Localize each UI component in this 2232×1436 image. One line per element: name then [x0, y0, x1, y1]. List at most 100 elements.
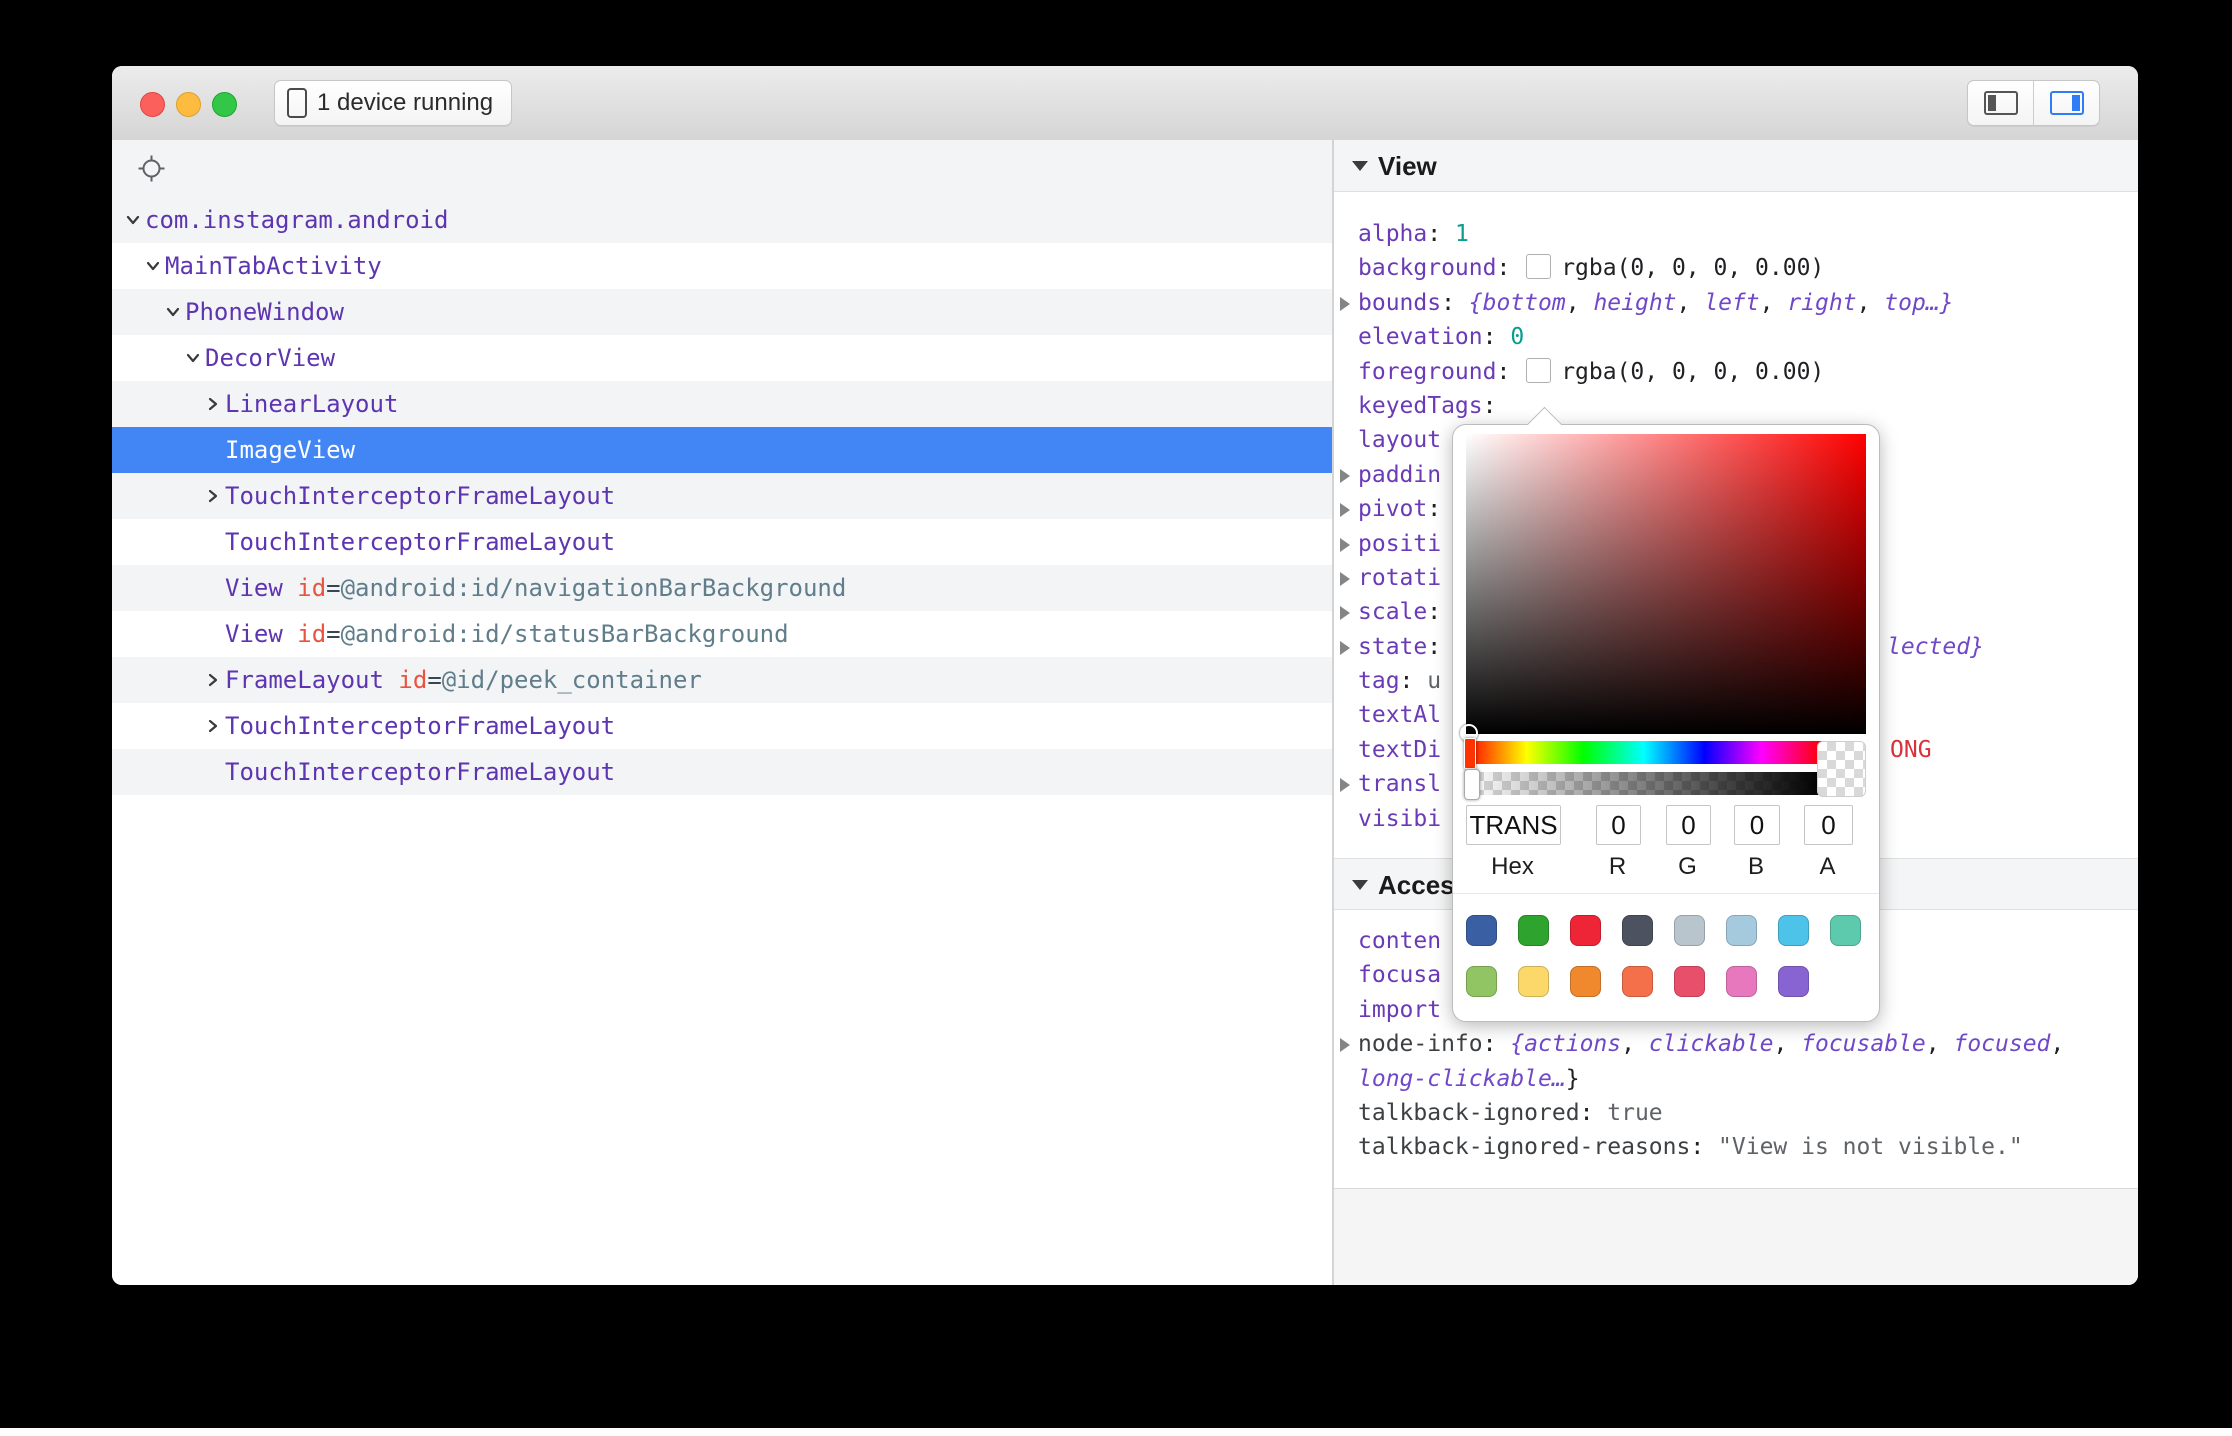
- state-value-fragment: lected}: [1887, 630, 1984, 664]
- color-swatch[interactable]: [1570, 915, 1601, 946]
- tree-row[interactable]: ImageView: [112, 427, 1332, 473]
- color-chip[interactable]: [1526, 358, 1551, 383]
- color-swatch[interactable]: [1726, 966, 1757, 997]
- inspector-footer: [1334, 1188, 2138, 1285]
- property-row: background: rgba(0, 0, 0, 0.00): [1334, 251, 2138, 285]
- tree-row[interactable]: TouchInterceptorFrameLayout: [112, 473, 1332, 519]
- chevron-right-icon[interactable]: [205, 488, 221, 504]
- property-row: talkback-ignored: true: [1334, 1096, 2138, 1130]
- titlebar[interactable]: 1 device running: [112, 66, 2138, 141]
- chevron-right-icon[interactable]: [205, 672, 221, 688]
- expand-triangle-icon[interactable]: [1340, 1038, 1350, 1052]
- expand-triangle-icon[interactable]: [1340, 297, 1350, 311]
- phone-icon: [287, 88, 307, 118]
- alpha-slider[interactable]: [1466, 772, 1822, 795]
- expand-triangle-icon[interactable]: [1340, 503, 1350, 517]
- g-label: G: [1666, 853, 1709, 881]
- color-picker-popup: Hex R G B A: [1452, 424, 1880, 1022]
- tree-row[interactable]: DecorView: [112, 335, 1332, 381]
- color-swatch[interactable]: [1518, 915, 1549, 946]
- chevron-right-icon[interactable]: [205, 718, 221, 734]
- property-row: alpha: 1: [1334, 217, 2138, 251]
- alpha-gradient: [1466, 772, 1822, 795]
- zoom-button[interactable]: [212, 92, 237, 117]
- disclosure-down-icon[interactable]: [1352, 880, 1368, 890]
- right-panel-icon: [2050, 91, 2084, 115]
- color-swatch[interactable]: [1674, 915, 1705, 946]
- section-header-view[interactable]: View: [1334, 140, 2138, 192]
- alpha-slider-handle[interactable]: [1464, 769, 1480, 800]
- hue-slider[interactable]: [1466, 741, 1822, 764]
- layout-inspector-window: 1 device running: [112, 66, 2138, 1285]
- expand-triangle-icon[interactable]: [1340, 538, 1350, 552]
- hex-input[interactable]: [1466, 805, 1561, 845]
- tree-row[interactable]: com.instagram.android: [112, 197, 1332, 243]
- color-swatch[interactable]: [1778, 966, 1809, 997]
- chevron-down-icon[interactable]: [125, 212, 141, 228]
- chevron-down-icon[interactable]: [145, 258, 161, 274]
- color-swatch[interactable]: [1466, 966, 1497, 997]
- popup-separator: [1453, 893, 1879, 894]
- tree-row-label: View id=@android:id/navigationBarBackgro…: [112, 565, 846, 611]
- tree-row[interactable]: TouchInterceptorFrameLayout: [112, 703, 1332, 749]
- disclosure-down-icon[interactable]: [1352, 161, 1368, 171]
- device-running-label: 1 device running: [317, 89, 493, 117]
- color-swatch[interactable]: [1570, 966, 1601, 997]
- tree-row[interactable]: TouchInterceptorFrameLayout: [112, 519, 1332, 565]
- color-swatch[interactable]: [1778, 915, 1809, 946]
- color-chip[interactable]: [1526, 254, 1551, 279]
- blue-input[interactable]: [1734, 805, 1780, 845]
- tree-row[interactable]: MainTabActivity: [112, 243, 1332, 289]
- a-label: A: [1804, 853, 1851, 881]
- property-row: elevation: 0: [1334, 320, 2138, 354]
- color-swatch[interactable]: [1466, 915, 1497, 946]
- color-swatch[interactable]: [1518, 966, 1549, 997]
- tree-row[interactable]: View id=@android:id/navigationBarBackgro…: [112, 565, 1332, 611]
- chevron-right-icon[interactable]: [205, 396, 221, 412]
- section-title: View: [1378, 151, 1437, 182]
- toggle-right-panel-button[interactable]: [2033, 81, 2099, 125]
- color-swatch[interactable]: [1622, 915, 1653, 946]
- property-row: foreground: rgba(0, 0, 0, 0.00): [1334, 355, 2138, 389]
- tree-row-label: TouchInterceptorFrameLayout: [112, 749, 615, 795]
- chevron-down-icon[interactable]: [185, 350, 201, 366]
- tree-toolbar: [112, 140, 1332, 198]
- minimize-button[interactable]: [176, 92, 201, 117]
- green-input[interactable]: [1666, 805, 1711, 845]
- tree-row[interactable]: PhoneWindow: [112, 289, 1332, 335]
- close-button[interactable]: [140, 92, 165, 117]
- tree-row[interactable]: LinearLayout: [112, 381, 1332, 427]
- device-running-button[interactable]: 1 device running: [274, 80, 512, 126]
- tree-row[interactable]: TouchInterceptorFrameLayout: [112, 749, 1332, 795]
- expand-triangle-icon[interactable]: [1340, 572, 1350, 586]
- tree-row[interactable]: FrameLayout id=@id/peek_container: [112, 657, 1332, 703]
- hue-slider-handle[interactable]: [1464, 738, 1476, 769]
- tree-row[interactable]: View id=@android:id/statusBarBackground: [112, 611, 1332, 657]
- color-swatch[interactable]: [1622, 966, 1653, 997]
- expand-triangle-icon[interactable]: [1340, 641, 1350, 655]
- tree-row-label: LinearLayout: [112, 381, 398, 427]
- color-swatch[interactable]: [1674, 966, 1705, 997]
- expand-triangle-icon[interactable]: [1340, 778, 1350, 792]
- color-swatch[interactable]: [1726, 915, 1757, 946]
- desktop-background: 1 device running: [0, 0, 2232, 1436]
- panel-toggle-group: [1967, 80, 2100, 126]
- red-input[interactable]: [1596, 805, 1641, 845]
- hex-label: Hex: [1466, 853, 1559, 881]
- tree-row-label: com.instagram.android: [112, 197, 448, 243]
- chevron-down-icon[interactable]: [165, 304, 181, 320]
- r-label: R: [1596, 853, 1639, 881]
- text-direction-value-fragment: ONG: [1890, 733, 1932, 767]
- color-swatch[interactable]: [1830, 915, 1861, 946]
- view-tree: com.instagram.androidMainTabActivityPhon…: [112, 197, 1332, 795]
- locate-target-icon[interactable]: [138, 155, 165, 182]
- saturation-brightness-field[interactable]: [1466, 434, 1866, 734]
- tree-row-label: ImageView: [112, 427, 355, 473]
- alpha-input[interactable]: [1804, 805, 1853, 845]
- toggle-left-panel-button[interactable]: [1968, 81, 2033, 125]
- expand-triangle-icon[interactable]: [1340, 606, 1350, 620]
- expand-triangle-icon[interactable]: [1340, 469, 1350, 483]
- section-title: Acces: [1378, 870, 1455, 901]
- hierarchy-panel: com.instagram.androidMainTabActivityPhon…: [112, 140, 1332, 1285]
- property-row: long-clickable…}: [1334, 1062, 2138, 1096]
